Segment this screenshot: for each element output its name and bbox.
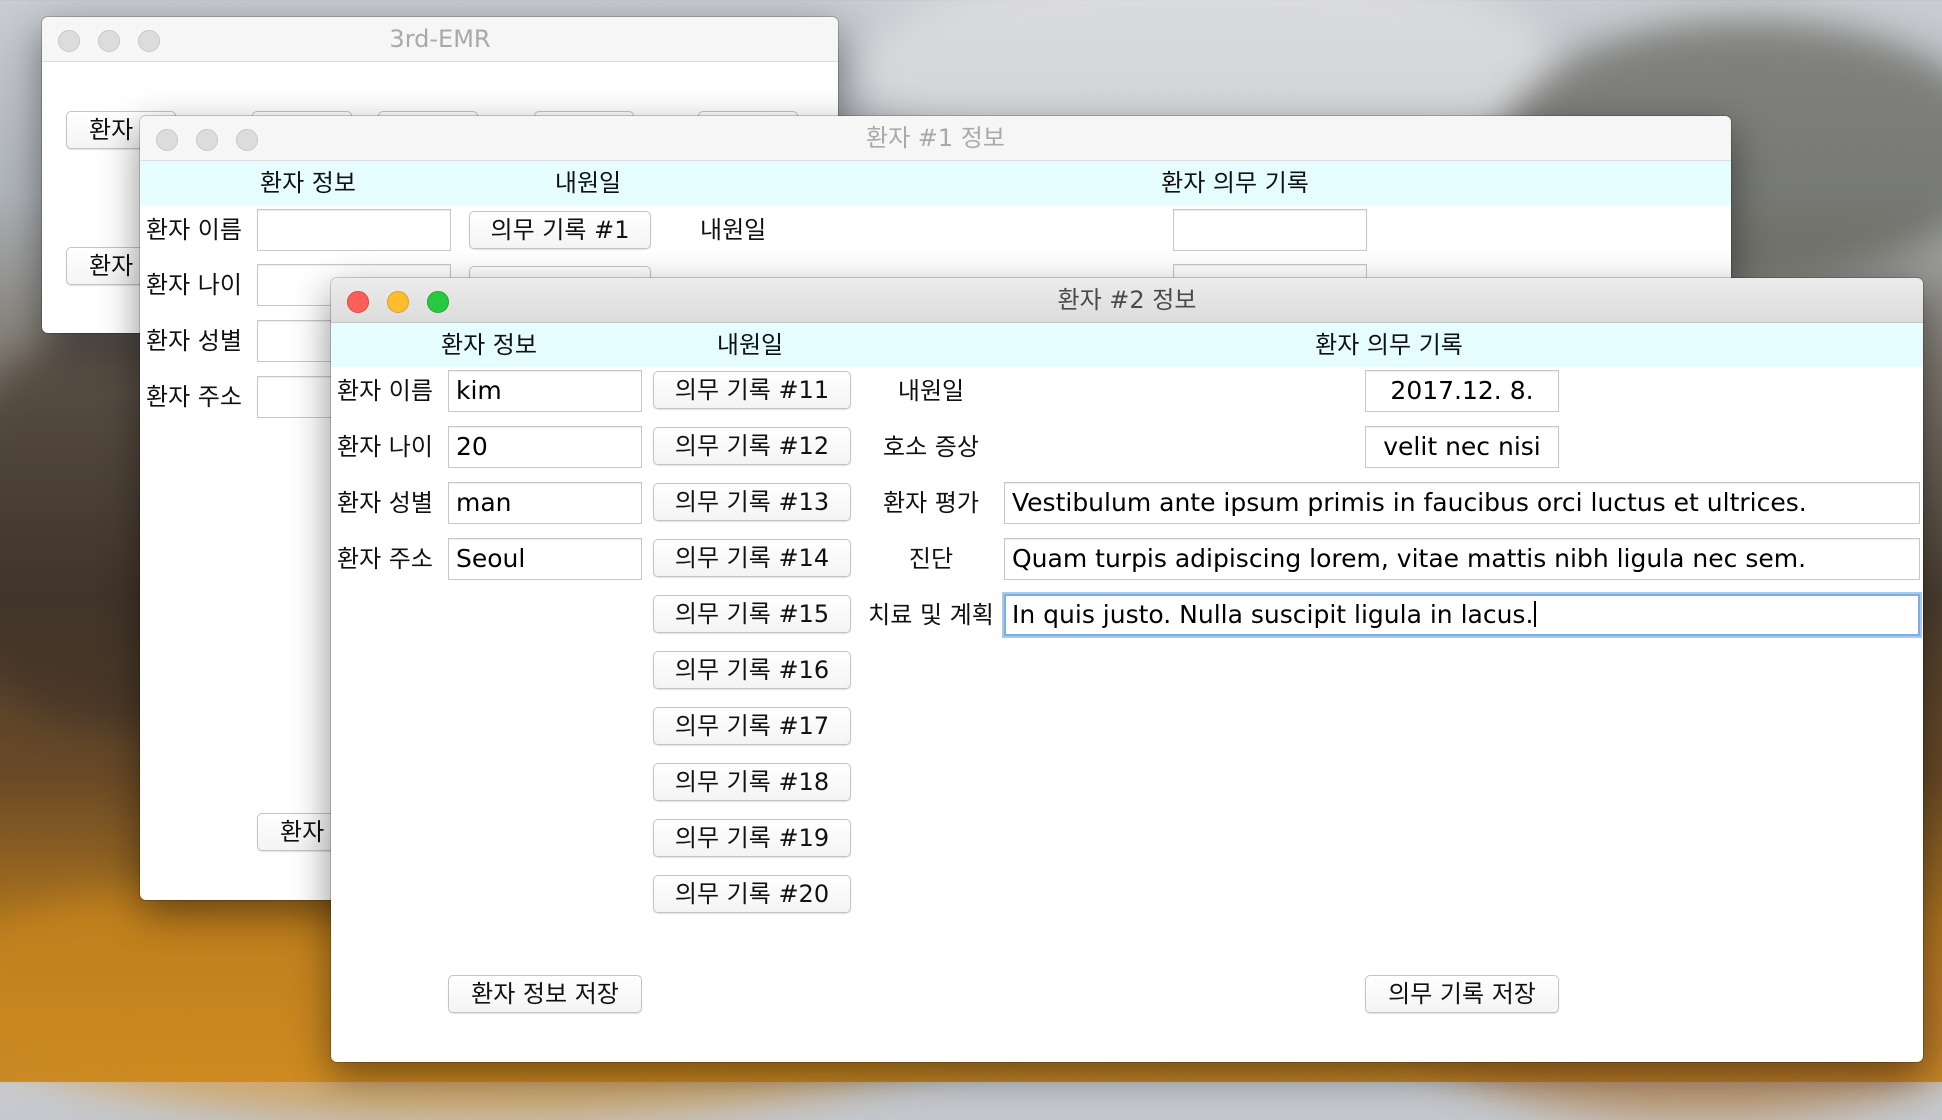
sex-label: 환자 성별 (146, 327, 242, 355)
complaint-field[interactable]: velit nec nisi (1365, 426, 1559, 468)
medical-record-header: 환자 의무 기록 (1161, 169, 1309, 197)
name-field[interactable]: kim (448, 370, 642, 412)
age-label: 환자 나이 (146, 271, 242, 299)
medical-record-header: 환자 의무 기록 (1315, 331, 1463, 359)
plan-label: 치료 및 계획 (868, 601, 994, 629)
main-titlebar: 3rd-EMR (42, 17, 838, 62)
window-title: 환자 #2 정보 (1057, 286, 1197, 314)
window-title: 환자 #1 정보 (866, 124, 1005, 152)
visit-date-header: 내원일 (554, 169, 622, 197)
diagnosis-label: 진단 (908, 545, 954, 573)
patient-info-header: 환자 정보 (441, 331, 537, 359)
medical-record-button[interactable]: 의무 기록 #16 (653, 651, 851, 689)
medical-record-button[interactable]: 의무 기록 #17 (653, 707, 851, 745)
name-label: 환자 이름 (337, 377, 433, 405)
name-field[interactable] (257, 209, 451, 251)
medical-record-button[interactable]: 의무 기록 #19 (653, 819, 851, 857)
save-record-button[interactable]: 의무 기록 저장 (1365, 975, 1559, 1013)
medical-record-button[interactable]: 의무 기록 #13 (653, 483, 851, 521)
complaint-label: 호소 증상 (883, 433, 979, 461)
visit-date-label: 내원일 (700, 216, 767, 244)
visit-date-field[interactable] (1173, 209, 1367, 251)
diagnosis-field[interactable]: Quam turpis adipiscing lorem, vitae matt… (1004, 538, 1920, 580)
medical-record-button[interactable]: 의무 기록 #11 (653, 371, 851, 409)
plan-field[interactable]: In quis justo. Nulla suscipit ligula in … (1004, 594, 1920, 636)
visit-date-label: 내원일 (897, 377, 965, 405)
age-field[interactable]: 20 (448, 426, 642, 468)
assessment-label: 환자 평가 (883, 489, 979, 517)
patient1-titlebar: 환자 #1 정보 (140, 116, 1731, 161)
name-label: 환자 이름 (146, 216, 242, 244)
medical-record-button[interactable]: 의무 기록 #12 (653, 427, 851, 465)
sex-field[interactable]: man (448, 482, 642, 524)
address-label: 환자 주소 (337, 545, 433, 573)
medical-record-button[interactable]: 의무 기록 #20 (653, 875, 851, 913)
window-title: 3rd-EMR (389, 25, 491, 53)
medical-record-button[interactable]: 의무 기록 #1 (469, 211, 651, 249)
visit-date-field[interactable]: 2017.12. 8. (1365, 370, 1559, 412)
address-label: 환자 주소 (146, 383, 242, 411)
patient2-window: 환자 #2 정보 환자 정보 내원일 환자 의무 기록 환자 이름 kim 환자… (331, 278, 1923, 1062)
patient-info-header: 환자 정보 (260, 169, 356, 197)
patient2-titlebar: 환자 #2 정보 (331, 278, 1923, 323)
plan-text: In quis justo. Nulla suscipit ligula in … (1012, 600, 1534, 629)
sex-label: 환자 성별 (337, 489, 433, 517)
address-field[interactable]: Seoul (448, 538, 642, 580)
save-patient-button[interactable]: 환자 정보 저장 (448, 975, 642, 1013)
medical-record-button[interactable]: 의무 기록 #14 (653, 539, 851, 577)
medical-record-button[interactable]: 의무 기록 #15 (653, 595, 851, 633)
assessment-field[interactable]: Vestibulum ante ipsum primis in faucibus… (1004, 482, 1920, 524)
medical-record-button[interactable]: 의무 기록 #18 (653, 763, 851, 801)
age-label: 환자 나이 (337, 433, 433, 461)
visit-date-header: 내원일 (716, 331, 784, 359)
text-caret (1534, 601, 1537, 627)
